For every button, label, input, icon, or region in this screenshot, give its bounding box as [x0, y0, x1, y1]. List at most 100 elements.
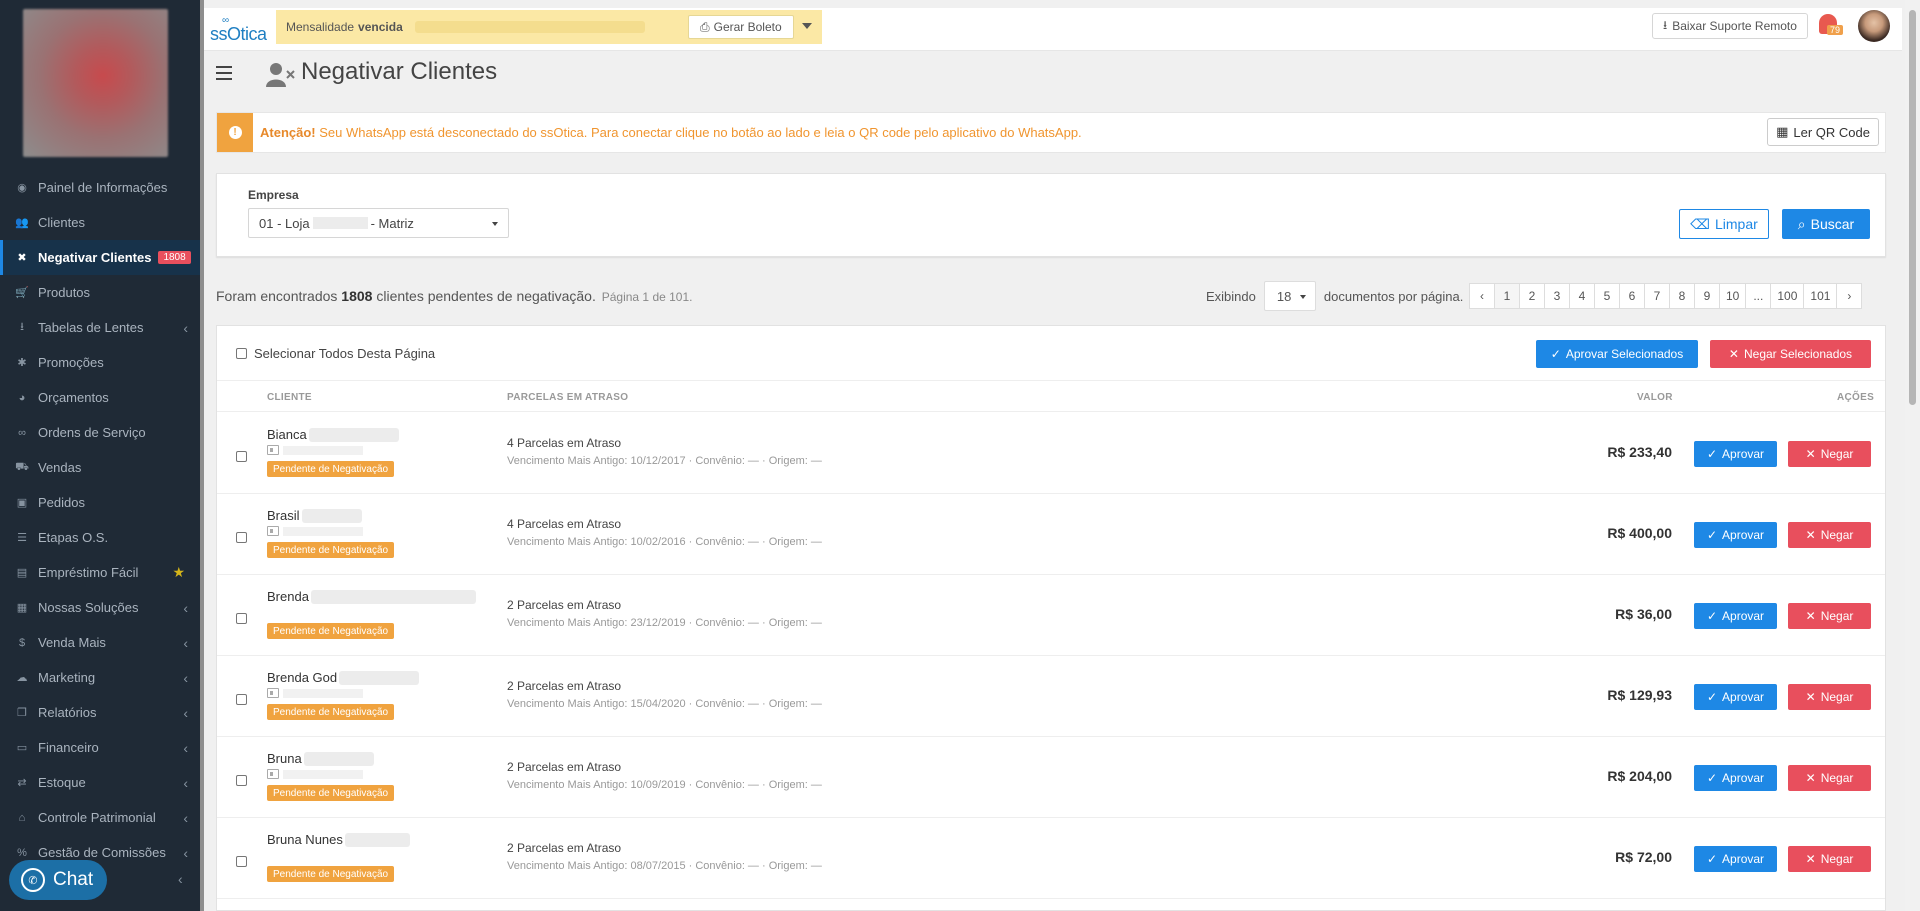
- building-icon: ⌂: [18, 811, 26, 824]
- ler-qr-code-button[interactable]: ▦ Ler QR Code: [1767, 118, 1879, 146]
- pagination-next[interactable]: ›: [1836, 283, 1863, 309]
- pagination-page[interactable]: 5: [1594, 283, 1620, 309]
- filter-card: Empresa 01 - Loja - Matriz ⌫ Limpar ⌕ Bu…: [216, 173, 1886, 257]
- negar-selecionados-button[interactable]: ✕ Negar Selecionados: [1710, 340, 1871, 368]
- sidebar-item-estoque[interactable]: ⇄ Estoque ‹: [0, 765, 200, 800]
- chevron-left-icon: ‹: [183, 319, 188, 336]
- aprovar-button[interactable]: ✓ Aprovar: [1694, 522, 1777, 548]
- sidebar-item-label: Etapas O.S.: [38, 530, 109, 545]
- sidebar-item-promocoes[interactable]: ✱ Promoções: [0, 345, 200, 380]
- sidebar-item-nossas-solucoes[interactable]: ▦ Nossas Soluções ‹: [0, 590, 200, 625]
- hamburger-menu-icon[interactable]: [216, 66, 232, 80]
- warning-dropdown-icon[interactable]: [802, 23, 812, 29]
- count-badge: 1808: [158, 251, 191, 264]
- client-doc-redacted: [283, 770, 363, 779]
- aprovar-button[interactable]: ✓ Aprovar: [1694, 441, 1777, 467]
- negar-button[interactable]: ✕ Negar: [1788, 603, 1871, 629]
- chevron-left-icon: ‹: [183, 739, 188, 756]
- aprovar-button[interactable]: ✓ Aprovar: [1694, 603, 1777, 629]
- row-checkbox[interactable]: [236, 532, 247, 543]
- negar-button[interactable]: ✕ Negar: [1788, 846, 1871, 872]
- chat-button[interactable]: ✆ Chat: [9, 860, 107, 900]
- aprovar-selecionados-button[interactable]: ✓ Aprovar Selecionados: [1536, 340, 1698, 368]
- client-name[interactable]: Brenda: [267, 589, 476, 604]
- row-checkbox[interactable]: [236, 694, 247, 705]
- client-name[interactable]: Bruna Nunes: [267, 832, 410, 847]
- sidebar-item-negativar-clientes[interactable]: ✖ Negativar Clientes 1808: [0, 240, 200, 275]
- checkbox[interactable]: [236, 348, 247, 359]
- gerar-boleto-button[interactable]: ⎙ Gerar Boleto: [688, 15, 794, 39]
- pagination-page[interactable]: 101: [1803, 283, 1838, 309]
- sidebar-item-pedidos[interactable]: ▣ Pedidos: [0, 485, 200, 520]
- page-scrollbar[interactable]: [1905, 0, 1920, 911]
- sidebar-item-controle-patrimonial[interactable]: ⌂ Controle Patrimonial ‹: [0, 800, 200, 835]
- sidebar-item-painel-de-informacoes[interactable]: ◉ Painel de Informações: [0, 170, 200, 205]
- client-name[interactable]: Bianca: [267, 427, 399, 442]
- select-all-checkbox[interactable]: Selecionar Todos Desta Página: [236, 346, 435, 361]
- id-card-icon: [267, 769, 279, 779]
- pagination-prev[interactable]: ‹: [1469, 283, 1495, 309]
- row-valor: R$ 36,00: [1615, 606, 1672, 622]
- chevron-left-icon[interactable]: ‹: [178, 871, 183, 887]
- sidebar-item-relatorios[interactable]: ❐ Relatórios ‹: [0, 695, 200, 730]
- sidebar-item-clientes[interactable]: 👥 Clientes: [0, 205, 200, 240]
- row-checkbox[interactable]: [236, 775, 247, 786]
- star-icon: ★: [172, 564, 185, 580]
- pagination-page[interactable]: 4: [1569, 283, 1595, 309]
- row-checkbox[interactable]: [236, 856, 247, 867]
- sidebar-item-emprestimo-facil[interactable]: ▤ Empréstimo Fácil ★: [0, 555, 200, 590]
- aprovar-button[interactable]: ✓ Aprovar: [1694, 846, 1777, 872]
- buscar-button[interactable]: ⌕ Buscar: [1782, 209, 1870, 239]
- pagination-page[interactable]: 1: [1494, 283, 1520, 309]
- pagination-page[interactable]: 2: [1519, 283, 1545, 309]
- aprovar-button[interactable]: ✓ Aprovar: [1694, 765, 1777, 791]
- limpar-button[interactable]: ⌫ Limpar: [1679, 209, 1769, 239]
- sidebar-item-etapas-o-s[interactable]: ☰ Etapas O.S.: [0, 520, 200, 555]
- client-name[interactable]: Brasil: [267, 508, 362, 523]
- user-avatar[interactable]: [1858, 10, 1890, 42]
- baixar-suporte-button[interactable]: ⭳ Baixar Suporte Remoto: [1652, 13, 1808, 39]
- aprovar-button[interactable]: ✓ Aprovar: [1694, 684, 1777, 710]
- client-name[interactable]: Bruna: [267, 751, 374, 766]
- summary-prefix: Foram encontrados: [216, 288, 338, 304]
- pagination-page[interactable]: 9: [1694, 283, 1720, 309]
- row-checkbox[interactable]: [236, 613, 247, 624]
- sidebar-item-vendas[interactable]: ⛟ Vendas: [0, 450, 200, 485]
- empresa-select[interactable]: 01 - Loja - Matriz: [248, 208, 509, 238]
- negar-sel-label: Negar Selecionados: [1743, 347, 1853, 361]
- money-icon: ▭: [16, 742, 28, 754]
- sidebar-item-venda-mais[interactable]: $ Venda Mais ‹: [0, 625, 200, 660]
- sidebar-item-financeiro[interactable]: ▭ Financeiro ‹: [0, 730, 200, 765]
- sidebar-item-orcamentos[interactable]: ◕ Orçamentos: [0, 380, 200, 415]
- client-name[interactable]: Brenda God: [267, 670, 420, 685]
- pagination-page[interactable]: ...: [1745, 283, 1772, 309]
- per-page-select[interactable]: 18: [1263, 281, 1316, 311]
- header-cliente: CLIENTE: [267, 392, 312, 403]
- print-icon: ⎙: [700, 19, 710, 34]
- pagination-page[interactable]: 6: [1619, 283, 1645, 309]
- negar-button[interactable]: ✕ Negar: [1788, 765, 1871, 791]
- row-checkbox[interactable]: [236, 451, 247, 462]
- notifications-bell-icon[interactable]: 79: [1819, 14, 1845, 40]
- parcelas-summary: 2 Parcelas em Atraso: [507, 841, 621, 855]
- negar-button[interactable]: ✕ Negar: [1788, 684, 1871, 710]
- dashboard-icon: ◉: [17, 182, 27, 194]
- pagination-page[interactable]: 100: [1770, 283, 1805, 309]
- sidebar-item-tabelas-de-lentes[interactable]: ⭳ Tabelas de Lentes ‹: [0, 310, 200, 345]
- comments-icon: ☁: [16, 672, 28, 684]
- sidebar-item-marketing[interactable]: ☁ Marketing ‹: [0, 660, 200, 695]
- pagination-page[interactable]: 7: [1644, 283, 1670, 309]
- pagination-page[interactable]: 8: [1669, 283, 1695, 309]
- scrollbar-thumb[interactable]: [1909, 10, 1916, 405]
- sidebar-item-ordens-de-servico[interactable]: ∞ Ordens de Serviço: [0, 415, 200, 450]
- table-header: CLIENTE PARCELAS EM ATRASO VALOR AÇÕES: [217, 382, 1885, 412]
- negar-button[interactable]: ✕ Negar: [1788, 522, 1871, 548]
- sidebar-item-label: Pedidos: [38, 495, 85, 510]
- vencimento-info: Vencimento Mais Antigo: 10/09/2019 · Con…: [507, 779, 822, 791]
- empresa-label: Empresa: [248, 188, 299, 202]
- sidebar-item-produtos[interactable]: 🛒 Produtos: [0, 275, 200, 310]
- pagination-page[interactable]: 3: [1544, 283, 1570, 309]
- pagination-page[interactable]: 10: [1719, 283, 1747, 309]
- brand-logo[interactable]: ∞ ssOtica: [208, 13, 268, 45]
- negar-button[interactable]: ✕ Negar: [1788, 441, 1871, 467]
